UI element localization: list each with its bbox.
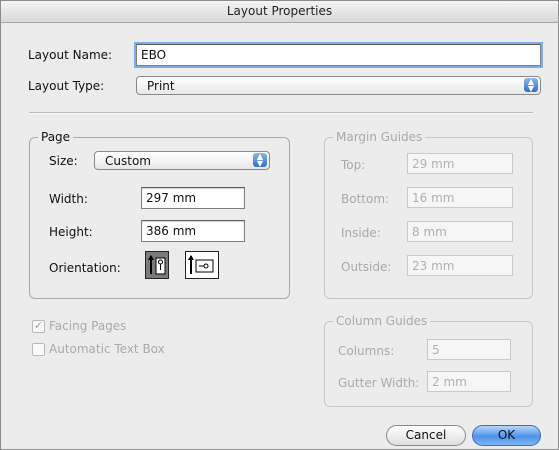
layout-type-label: Layout Type:: [28, 79, 105, 93]
height-label: Height:: [49, 225, 93, 239]
facing-pages-checkbox[interactable]: ✓: [32, 320, 45, 333]
columns-label: Columns:: [338, 344, 395, 358]
ok-button[interactable]: OK: [472, 425, 541, 446]
portrait-orientation-button[interactable]: [145, 251, 169, 279]
automatic-text-box-label: Automatic Text Box: [49, 342, 165, 356]
landscape-orientation-button[interactable]: [185, 251, 219, 279]
top-margin-label: Top:: [341, 158, 366, 172]
column-guides-title: Column Guides: [333, 314, 431, 328]
outside-margin-input[interactable]: 23 mm: [407, 255, 513, 276]
layout-type-value: Print: [147, 79, 175, 93]
width-label: Width:: [49, 192, 88, 206]
automatic-text-box-checkbox[interactable]: [32, 343, 45, 356]
checkmark-icon: ✓: [33, 319, 44, 332]
facing-pages-label: Facing Pages: [49, 319, 127, 333]
page-group-title: Page: [38, 130, 74, 144]
layout-name-label: Layout Name:: [28, 48, 113, 62]
columns-input[interactable]: 5: [427, 339, 511, 360]
window-title: Layout Properties: [1, 1, 558, 23]
landscape-icon: [188, 255, 214, 274]
separator: [29, 112, 533, 114]
gutter-width-label: Gutter Width:: [338, 376, 420, 390]
width-input[interactable]: 297 mm: [141, 187, 245, 209]
cancel-button[interactable]: Cancel: [386, 425, 466, 446]
size-label: Size:: [49, 154, 78, 168]
inside-margin-label: Inside:: [341, 226, 381, 240]
orientation-label: Orientation:: [49, 261, 121, 275]
column-guides-group: Column Guides: [324, 314, 533, 407]
bottom-margin-label: Bottom:: [341, 192, 390, 206]
layout-type-select[interactable]: Print ▲ ▼: [136, 76, 541, 95]
layout-properties-dialog: Layout Properties Layout Name: EBO Layou…: [0, 0, 559, 450]
outside-margin-label: Outside:: [341, 260, 392, 274]
height-input[interactable]: 386 mm: [141, 220, 245, 242]
top-margin-input[interactable]: 29 mm: [407, 153, 513, 174]
bottom-margin-input[interactable]: 16 mm: [407, 187, 513, 208]
popup-arrows-icon: ▲ ▼: [253, 153, 267, 168]
popup-arrows-icon: ▲ ▼: [524, 78, 538, 93]
gutter-width-input[interactable]: 2 mm: [427, 371, 511, 392]
size-select[interactable]: Custom ▲ ▼: [94, 151, 270, 170]
size-value: Custom: [105, 154, 151, 168]
layout-name-input[interactable]: EBO: [136, 44, 541, 66]
portrait-icon: [148, 255, 166, 275]
margin-guides-title: Margin Guides: [333, 130, 426, 144]
inside-margin-input[interactable]: 8 mm: [407, 221, 513, 242]
